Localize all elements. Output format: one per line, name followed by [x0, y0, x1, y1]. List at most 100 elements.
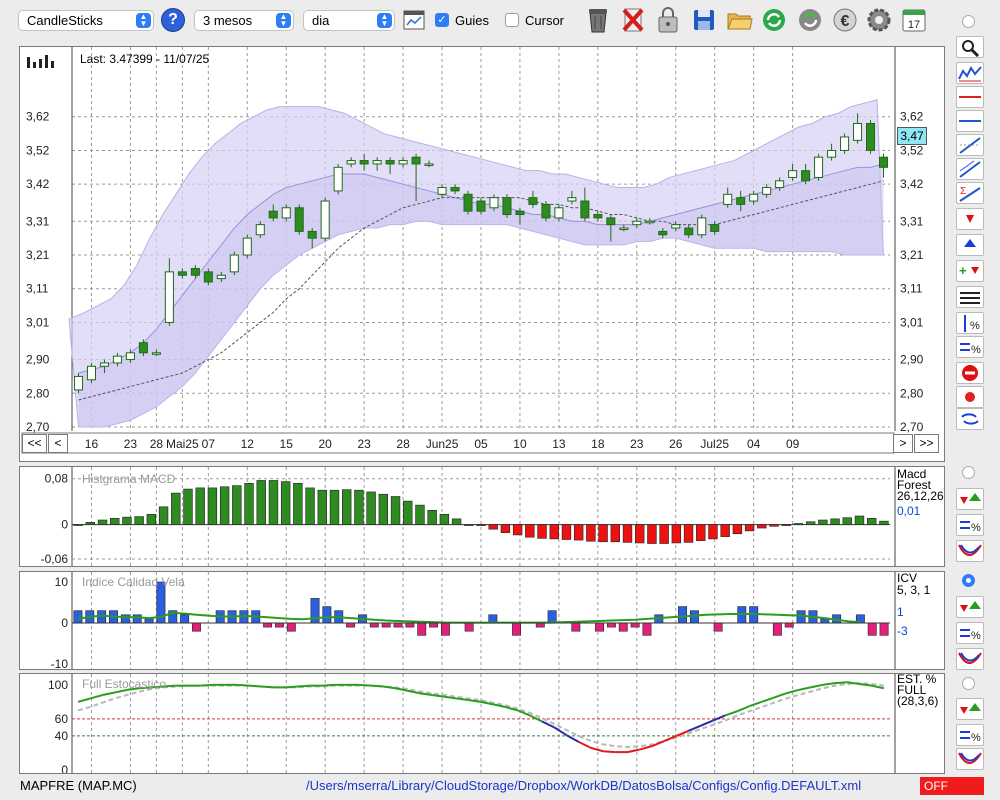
- stochastic-panel[interactable]: 100 60 40 0 Full Estocastico EST. % FULL (2…: [19, 673, 945, 774]
- candle: [554, 207, 564, 219]
- off-indicator[interactable]: OFF: [920, 777, 984, 795]
- icv-bar: [132, 614, 142, 624]
- fibonacci-button[interactable]: Σ: [956, 182, 984, 204]
- main-chart-panel[interactable]: 3,62 3,62 3,52 3,52 3,42 3,42 3,31 3,31 3,21 3,21…: [19, 46, 945, 462]
- curve-button[interactable]: [956, 748, 984, 770]
- sell-arrow-button[interactable]: [956, 208, 984, 230]
- candle: [86, 365, 97, 381]
- gear-icon[interactable]: [865, 5, 893, 35]
- bars-icon[interactable]: [26, 53, 58, 69]
- candle: [736, 197, 746, 205]
- record-button[interactable]: [956, 386, 984, 408]
- open-folder-icon[interactable]: [725, 5, 753, 35]
- guides-checkbox[interactable]: ✓: [435, 13, 449, 27]
- horizontal-line-button[interactable]: [956, 86, 984, 108]
- refresh-icon[interactable]: [760, 5, 788, 35]
- chart-type-select[interactable]: CandleSticks ▲ ▼: [18, 10, 154, 31]
- list-icon: [960, 292, 980, 304]
- candle: [671, 224, 681, 229]
- percent-button[interactable]: %: [956, 622, 984, 644]
- y-tick-label: 0,08: [45, 472, 69, 486]
- est-title: Full Estocastico: [82, 677, 167, 691]
- candle: [463, 193, 473, 212]
- calendar-icon[interactable]: 17: [900, 5, 928, 35]
- stochastic-k-segment: [773, 692, 787, 699]
- curve-button[interactable]: [956, 540, 984, 562]
- stop-button[interactable]: [956, 362, 984, 384]
- icv-radio[interactable]: [962, 574, 975, 587]
- nav-prev-button[interactable]: <: [48, 434, 68, 453]
- trend-line-button[interactable]: [956, 134, 984, 156]
- buy-arrow-button[interactable]: [956, 234, 984, 256]
- save-icon[interactable]: [690, 5, 718, 35]
- y-tick-label-right: 3,11: [900, 282, 923, 296]
- candle: [723, 193, 733, 205]
- period-select[interactable]: 3 mesos ▲ ▼: [194, 10, 294, 31]
- percent-button[interactable]: %: [956, 724, 984, 746]
- help-icon[interactable]: ?: [161, 8, 185, 32]
- percent-button[interactable]: %: [956, 514, 984, 536]
- macd-bar: [708, 524, 718, 540]
- icv-bar: [678, 606, 687, 624]
- interval-select[interactable]: dia ▲ ▼: [303, 10, 395, 31]
- est-radio[interactable]: [962, 677, 975, 690]
- candle: [541, 203, 551, 219]
- macd-bar: [256, 480, 266, 525]
- nav-next-button[interactable]: >: [893, 434, 913, 453]
- stochastic-k-segment: [493, 703, 506, 708]
- list-button[interactable]: [956, 286, 984, 308]
- macd-bar: [158, 506, 169, 525]
- macd-radio[interactable]: [962, 466, 975, 479]
- icv-bar: [606, 622, 616, 628]
- nav-last-button[interactable]: >>: [914, 434, 939, 453]
- nav-first-button[interactable]: <<: [22, 434, 47, 453]
- candle: [749, 193, 759, 202]
- percent-icon: %: [960, 343, 981, 356]
- zoom-button[interactable]: [956, 36, 984, 58]
- x-tick-label: Mai25: [166, 437, 199, 451]
- main-chart-radio[interactable]: [962, 15, 975, 28]
- vertical-percent-button[interactable]: %: [956, 312, 984, 334]
- sync-icon[interactable]: [796, 5, 824, 35]
- chevron-updown-icon: ▲ ▼: [377, 13, 392, 28]
- config-path-link[interactable]: /Users/mserra/Library/CloudStorage/Dropb…: [306, 778, 861, 793]
- curve-button[interactable]: [956, 648, 984, 670]
- interval-value: dia: [312, 13, 330, 28]
- macd-bar: [415, 504, 425, 525]
- horizontal-line-button[interactable]: [956, 110, 984, 132]
- icv-bar: [322, 606, 332, 624]
- trash-icon[interactable]: [584, 5, 612, 35]
- zoom-icon: [962, 40, 980, 58]
- y-tick-label-right: 3,31: [900, 214, 924, 228]
- icv-bar: [73, 610, 83, 624]
- chart-settings-icon[interactable]: [403, 10, 425, 30]
- add-signal-button[interactable]: +: [956, 260, 984, 282]
- icv-value2: -3: [897, 624, 908, 638]
- macd-panel[interactable]: 0,08 0 -0,06 Histgrama MACD Macd Forest 26…: [19, 466, 945, 567]
- percent-button[interactable]: %: [956, 336, 984, 358]
- percent-icon: %: [960, 521, 981, 534]
- stochastic-k-segment: [322, 683, 335, 687]
- delete-icon[interactable]: [619, 5, 647, 35]
- bars-button[interactable]: [956, 62, 984, 84]
- macd-bar: [146, 513, 157, 525]
- est-legend: EST. % FULL (28,3,6): [897, 673, 938, 707]
- icv-bar: [820, 618, 830, 624]
- macd-value: 0,01: [897, 504, 921, 518]
- channel-button[interactable]: [956, 158, 984, 180]
- icv-panel[interactable]: 10 0 -10 Indice Calidad Vela ICV 5, 3, 1 1…: [19, 571, 945, 670]
- stochastic-k-segment: [261, 685, 274, 689]
- add-signal-icon: +: [959, 263, 979, 278]
- signal-arrows-button[interactable]: [956, 596, 984, 618]
- lock-icon[interactable]: [654, 5, 682, 35]
- candle: [320, 200, 330, 239]
- cursor-checkbox[interactable]: [505, 13, 519, 27]
- macd-bar: [635, 524, 645, 544]
- candle: [840, 136, 850, 151]
- svg-text:+: +: [959, 263, 967, 278]
- macd-bar: [818, 519, 828, 525]
- signal-arrows-button[interactable]: [956, 488, 984, 510]
- swap-button[interactable]: [956, 408, 984, 430]
- euro-icon[interactable]: €: [831, 5, 859, 35]
- signal-arrows-button[interactable]: [956, 698, 984, 720]
